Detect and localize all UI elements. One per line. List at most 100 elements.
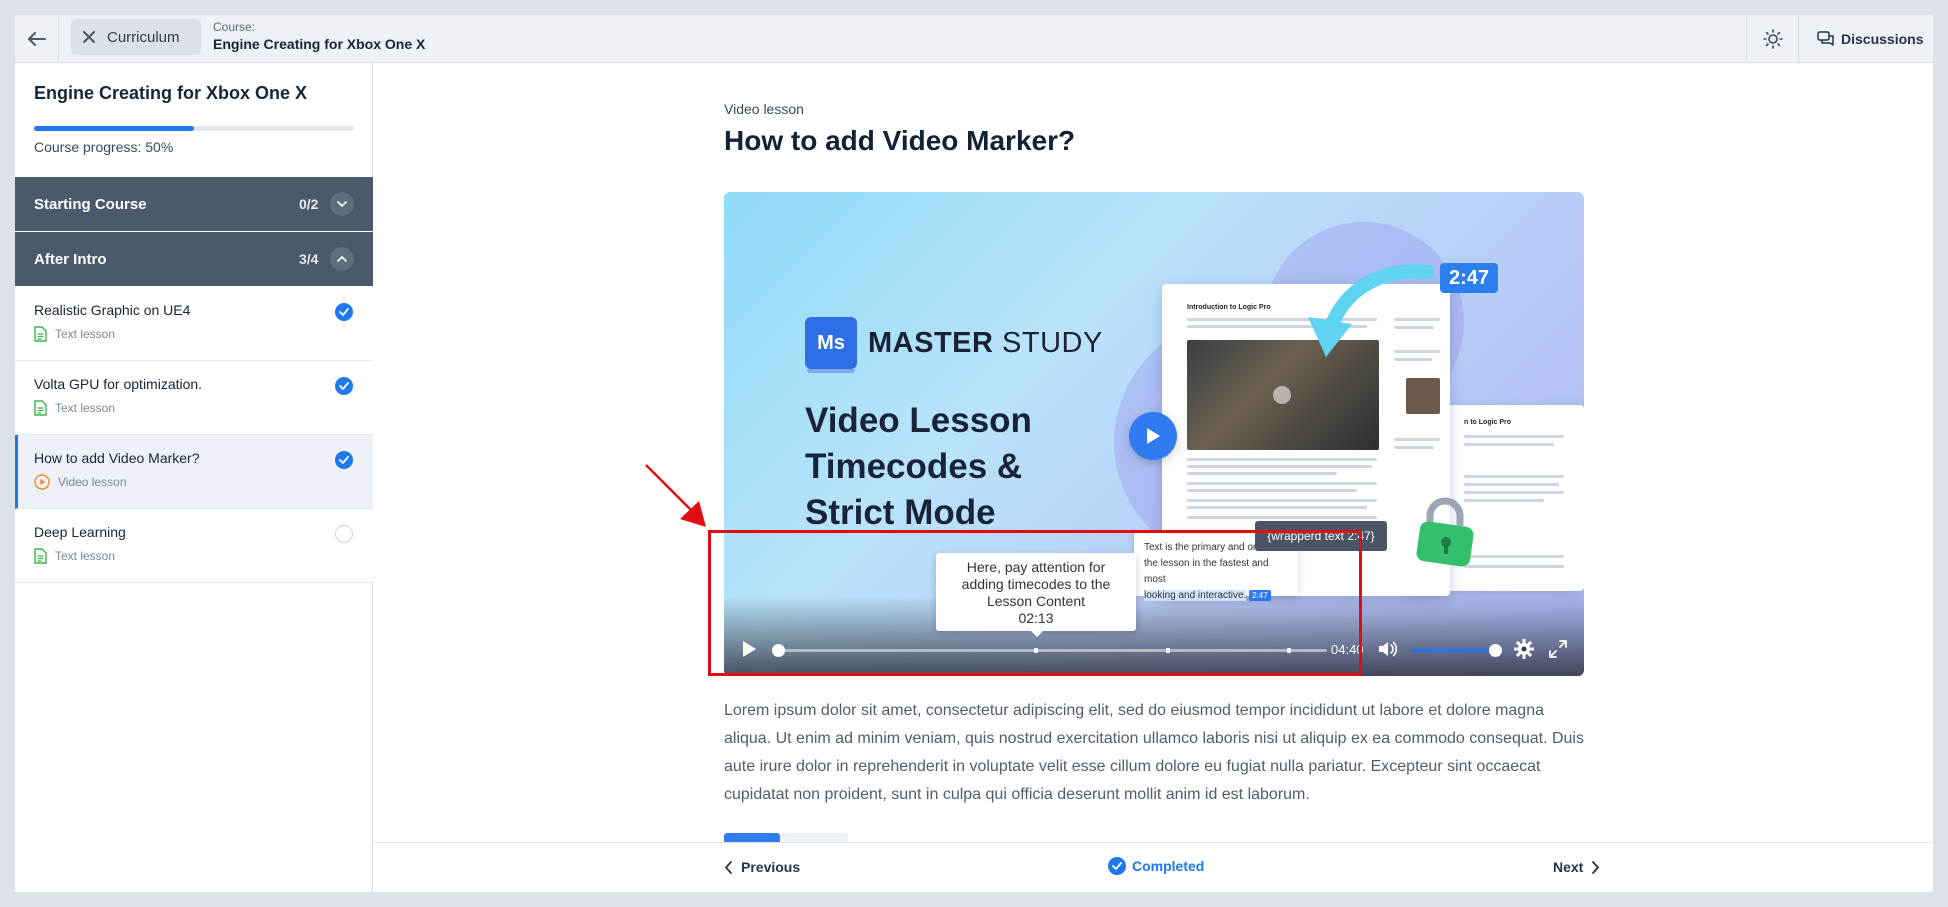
play-icon: [1147, 428, 1160, 444]
check-circle-icon: [1108, 857, 1126, 875]
lesson-type: Text lesson: [34, 326, 115, 342]
course-label: Course:: [213, 20, 256, 34]
chevron-right-icon: [1592, 860, 1600, 874]
lesson-type-label: Video lesson: [724, 101, 804, 117]
center-play-button[interactable]: [1129, 412, 1177, 460]
text-document-icon: [34, 548, 47, 564]
page-title: How to add Video Marker?: [724, 125, 1076, 156]
mock-text-line: [1394, 446, 1434, 449]
video-heading-line: Video Lesson: [805, 401, 1032, 440]
lesson-title: Deep Learning: [34, 524, 126, 540]
mock-text-line: [1464, 435, 1564, 438]
curriculum-button[interactable]: Curriculum: [71, 19, 201, 55]
mock-text-line: [1187, 458, 1377, 461]
completed-label: Completed: [1132, 858, 1205, 874]
volume-slider[interactable]: [1411, 644, 1502, 657]
mock-lesson-title: Introduction to Logic Pro: [1187, 304, 1271, 311]
sun-icon: [1762, 29, 1783, 49]
chevron-left-icon: [725, 860, 732, 874]
next-label: Next: [1553, 859, 1584, 875]
master-study-wordmark: MASTER STUDY: [868, 327, 1103, 360]
chat-icon: [1817, 31, 1834, 46]
lesson-title: How to add Video Marker?: [34, 450, 200, 466]
mock-text-line: [1464, 565, 1564, 568]
section-starting-course[interactable]: Starting Course 0/2: [15, 177, 373, 231]
mock-text-line: [1187, 482, 1377, 485]
mock-side-title: n to Logic Pro: [1464, 419, 1512, 426]
lesson-item-realistic-graphic[interactable]: Realistic Graphic on UE4 Text lesson: [15, 287, 373, 361]
lesson-type-label: Video lesson: [58, 475, 127, 489]
back-button[interactable]: [15, 15, 59, 63]
discussions-label: Discussions: [1841, 31, 1924, 47]
next-button[interactable]: Next: [1553, 859, 1600, 875]
text-document-icon: [34, 326, 47, 342]
mock-text-line: [1187, 499, 1377, 502]
lesson-type: Text lesson: [34, 400, 115, 416]
course-progress-text: Course progress: 50%: [34, 139, 174, 155]
mock-text-line: [1464, 483, 1559, 486]
mock-text-line: [1187, 516, 1377, 519]
completed-button[interactable]: Completed: [1108, 857, 1204, 875]
mock-text-line: [1464, 475, 1564, 478]
course-progress-fill: [34, 126, 194, 131]
volume-icon[interactable]: [1378, 640, 1398, 658]
lesson-item-deep-learning[interactable]: Deep Learning Text lesson: [15, 509, 373, 583]
top-bar: Curriculum Course: Engine Creating for X…: [15, 15, 1933, 63]
fullscreen-icon[interactable]: [1549, 640, 1567, 658]
lock-icon: [1416, 497, 1474, 567]
mock-text-line: [1464, 491, 1564, 494]
mock-text-line: [1464, 499, 1544, 502]
lesson-description: Lorem ipsum dolor sit amet, consectetur …: [724, 702, 1584, 803]
empty-circle-icon: [335, 525, 353, 543]
gear-icon[interactable]: [1514, 639, 1534, 659]
theme-toggle-button[interactable]: [1746, 15, 1798, 63]
mock-text-line: [1187, 506, 1367, 509]
lesson-item-video-marker[interactable]: How to add Video Marker? Video lesson: [15, 435, 373, 509]
lesson-title: Volta GPU for optimization.: [34, 376, 203, 392]
sidebar-course-title: Engine Creating for Xbox One X: [34, 83, 308, 103]
curriculum-label: Curriculum: [107, 28, 180, 46]
curriculum-sidebar: Engine Creating for Xbox One X Course pr…: [15, 63, 373, 892]
video-play-icon: [34, 474, 50, 490]
check-circle-icon: [335, 377, 353, 395]
close-icon: [83, 31, 95, 43]
app-frame: Curriculum Course: Engine Creating for X…: [15, 15, 1933, 892]
annotation-highlight-box: [708, 530, 1362, 676]
section-name: After Intro: [34, 250, 107, 268]
mock-text-line: [1464, 443, 1554, 446]
mock-text-line: [1394, 438, 1440, 441]
section-name: Starting Course: [34, 195, 147, 213]
course-progress-bar: [34, 126, 354, 131]
mock-text-line: [1187, 489, 1357, 492]
check-circle-icon: [335, 451, 353, 469]
discussions-button[interactable]: Discussions: [1798, 15, 1933, 63]
course-breadcrumb: Course: Engine Creating for Xbox One X: [213, 20, 425, 52]
timecode-badge: 2:47: [1440, 263, 1498, 293]
video-heading-line: Timecodes &: [805, 447, 1023, 486]
mock-text-line: [1464, 555, 1564, 558]
lesson-type-label: Text lesson: [55, 327, 116, 341]
lesson-content: Video lesson How to add Video Marker? Ms…: [374, 63, 1933, 892]
annotation-arrow-icon: [645, 464, 706, 527]
section-count: 0/2: [299, 196, 319, 212]
section-count: 3/4: [299, 251, 319, 267]
chevron-down-icon[interactable]: [330, 192, 354, 216]
previous-button[interactable]: Previous: [724, 859, 800, 875]
brand-name-light: STUDY: [1002, 327, 1103, 359]
chevron-up-icon[interactable]: [330, 247, 354, 271]
section-after-intro[interactable]: After Intro 3/4: [15, 232, 373, 286]
check-circle-icon: [335, 303, 353, 321]
course-title: Engine Creating for Xbox One X: [213, 36, 426, 52]
lesson-type: Text lesson: [34, 548, 115, 564]
master-study-logo: Ms: [805, 317, 857, 373]
mock-text-line: [1187, 472, 1337, 475]
video-heading: Video Lesson Timecodes & Strict Mode: [805, 398, 1032, 536]
brand-name-bold: MASTER: [868, 327, 994, 359]
lesson-item-volta-gpu[interactable]: Volta GPU for optimization. Text lesson: [15, 361, 373, 435]
lesson-title: Realistic Graphic on UE4: [34, 302, 191, 318]
lesson-type: Video lesson: [34, 474, 127, 490]
lesson-footer: Previous Completed Next: [374, 842, 1933, 892]
mock-text-line: [1187, 465, 1372, 468]
mock-comment-image: [1406, 378, 1440, 414]
text-document-icon: [34, 400, 47, 416]
